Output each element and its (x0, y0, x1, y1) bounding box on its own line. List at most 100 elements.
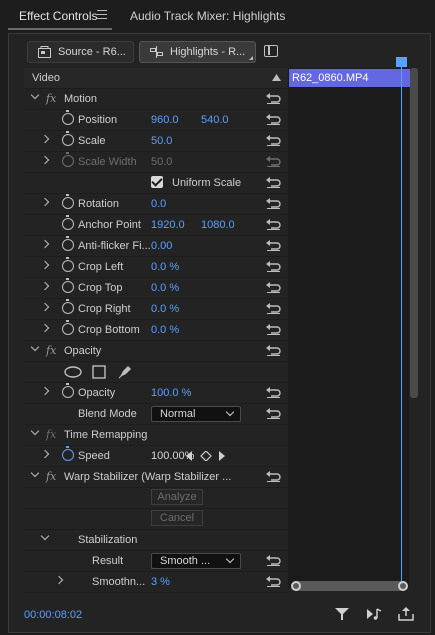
reset-icon[interactable] (266, 303, 281, 314)
reset-icon[interactable] (266, 324, 281, 335)
stopwatch-icon[interactable] (62, 383, 74, 398)
crop-top-value[interactable]: 0.0 % (151, 282, 179, 294)
tab-audio-track-mixer[interactable]: Audio Track Mixer: Highlights (130, 9, 285, 23)
reset-icon[interactable] (266, 135, 281, 146)
opacity-value[interactable]: 100.0 % (151, 387, 191, 399)
time-remap-effect-row[interactable]: fx Time Remapping (24, 425, 288, 446)
chevron-right-icon[interactable] (54, 575, 64, 585)
rotation-label: Rotation (78, 198, 119, 210)
vertical-scrollbar[interactable] (410, 68, 418, 398)
dropdown-corner-icon (249, 56, 253, 60)
stopwatch-icon[interactable] (62, 236, 74, 251)
reset-icon[interactable] (266, 219, 281, 230)
menu-icon[interactable] (97, 10, 107, 19)
timeline-clip[interactable]: R62_0860.MP4 (289, 69, 410, 87)
reset-icon (266, 156, 281, 167)
stopwatch-icon (62, 152, 74, 167)
export-icon[interactable] (398, 607, 414, 621)
filter-icon[interactable] (334, 607, 350, 621)
smoothness-value[interactable]: 3 % (151, 576, 170, 588)
reset-icon[interactable] (266, 576, 281, 587)
timeline-zoom-scrollbar[interactable] (291, 581, 408, 591)
chevron-right-icon[interactable] (40, 260, 50, 270)
warp-stabilizer-effect-row[interactable]: fx Warp Stabilizer (Warp Stabilizer ... (24, 467, 288, 488)
reset-icon[interactable] (266, 282, 281, 293)
result-select[interactable]: Smooth ... (151, 553, 241, 569)
fx-icon[interactable]: fx (46, 92, 56, 105)
reset-icon[interactable] (266, 408, 281, 419)
reset-icon[interactable] (266, 93, 281, 104)
reset-icon[interactable] (266, 471, 281, 482)
crop-left-value[interactable]: 0.0 % (151, 261, 179, 273)
opacity-label: Opacity (78, 387, 116, 399)
zoom-handle-left[interactable] (291, 581, 301, 591)
uniform-scale-checkbox[interactable] (151, 176, 163, 188)
position-y-value[interactable]: 540.0 (201, 114, 229, 126)
chevron-right-icon[interactable] (40, 155, 50, 165)
chevron-right-icon[interactable] (40, 134, 50, 144)
reset-icon[interactable] (266, 198, 281, 209)
opacity-effect-row[interactable]: fx Opacity (24, 341, 288, 362)
stopwatch-icon[interactable] (62, 320, 74, 335)
fx-icon[interactable]: fx (46, 344, 56, 357)
reset-icon[interactable] (266, 345, 281, 356)
rotation-value[interactable]: 0.0 (151, 198, 166, 210)
chevron-right-icon[interactable] (40, 302, 50, 312)
antiflicker-row: Anti-flicker Fi... 0.00 (24, 236, 288, 257)
chevron-right-icon[interactable] (40, 323, 50, 333)
stopwatch-icon[interactable] (62, 257, 74, 272)
sequence-clip-button[interactable]: Highlights - R... (139, 41, 256, 63)
layout-icon[interactable] (264, 45, 278, 57)
stabilization-group-row[interactable]: Stabilization (24, 530, 288, 551)
chevron-right-icon[interactable] (40, 197, 50, 207)
play-audio-icon[interactable] (366, 607, 382, 621)
antiflicker-value[interactable]: 0.00 (151, 240, 172, 252)
reset-icon[interactable] (266, 177, 281, 188)
chevron-down-icon[interactable] (30, 90, 40, 100)
crop-bottom-value[interactable]: 0.0 % (151, 324, 179, 336)
source-clip-button[interactable]: Source - R6... (27, 41, 134, 63)
chevron-down-icon[interactable] (40, 531, 50, 541)
blend-mode-label: Blend Mode (78, 408, 137, 420)
chevron-right-icon[interactable] (40, 239, 50, 249)
stopwatch-icon[interactable] (62, 215, 74, 230)
mini-timeline[interactable] (288, 68, 409, 588)
anchor-x-value[interactable]: 1920.0 (151, 219, 185, 231)
current-timecode[interactable]: 00:00:08:02 (24, 609, 82, 621)
position-row: Position 960.0 540.0 (24, 110, 288, 131)
stopwatch-icon[interactable] (62, 278, 74, 293)
reset-icon[interactable] (266, 261, 281, 272)
stopwatch-icon[interactable] (62, 299, 74, 314)
stopwatch-icon[interactable] (62, 131, 74, 146)
reset-icon[interactable] (266, 114, 281, 125)
stopwatch-icon[interactable] (62, 446, 74, 461)
pen-mask-icon[interactable] (118, 364, 133, 379)
playhead-line[interactable] (401, 66, 402, 586)
fx-icon[interactable]: fx (46, 470, 56, 483)
reset-icon[interactable] (266, 387, 281, 398)
position-x-value[interactable]: 960.0 (151, 114, 179, 126)
crop-right-value[interactable]: 0.0 % (151, 303, 179, 315)
blend-mode-select[interactable]: Normal (151, 406, 241, 422)
rect-mask-icon[interactable] (92, 365, 106, 379)
chevron-right-icon[interactable] (40, 281, 50, 291)
stopwatch-icon[interactable] (62, 110, 74, 125)
timeline-ruler[interactable] (288, 59, 409, 68)
anchor-y-value[interactable]: 1080.0 (201, 219, 235, 231)
chevron-right-icon[interactable] (40, 449, 50, 459)
chevron-down-icon[interactable] (30, 468, 40, 478)
collapse-up-icon[interactable] (272, 74, 281, 81)
tab-effect-controls[interactable]: Effect Controls (19, 9, 97, 23)
chevron-down-icon[interactable] (30, 342, 40, 352)
ellipse-mask-icon[interactable] (64, 366, 82, 378)
keyframe-navigator[interactable] (186, 451, 226, 461)
chevron-right-icon[interactable] (40, 386, 50, 396)
stopwatch-icon[interactable] (62, 194, 74, 209)
reset-icon[interactable] (266, 240, 281, 251)
warp-stabilizer-label: Warp Stabilizer (Warp Stabilizer ... (64, 471, 232, 483)
scale-value[interactable]: 50.0 (151, 135, 172, 147)
chevron-down-icon[interactable] (30, 426, 40, 436)
motion-effect-row[interactable]: fx Motion (24, 89, 288, 110)
reset-icon[interactable] (266, 555, 281, 566)
zoom-handle-right[interactable] (398, 581, 408, 591)
